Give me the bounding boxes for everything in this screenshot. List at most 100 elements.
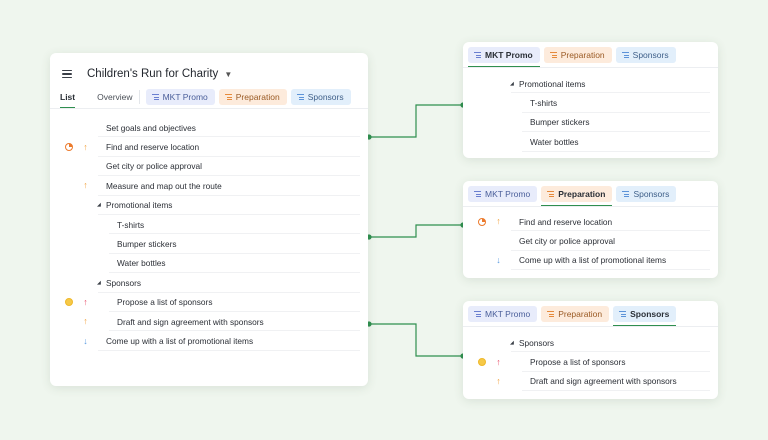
sponsors-card: MKT Promo Preparation Sponsors ◢ Sponsors… [463,301,718,399]
project-header: Children's Run for Charity ▼ [62,63,232,85]
collapse-toggle-icon[interactable]: ◢ [510,81,514,87]
task-row[interactable]: ↑ Propose a list of sponsors [50,293,368,312]
list-icon [547,191,555,197]
tab-label: Sponsors [630,309,670,319]
tab-preparation[interactable]: Preparation [541,186,613,206]
tab-sponsors[interactable]: Sponsors [613,306,677,326]
task-label: Get city or police approval [106,161,202,172]
list-icon [151,94,159,100]
arrow-down-blue-icon[interactable]: ↓ [494,255,503,265]
task-row[interactable]: Bumper stickers [463,113,718,133]
task-row[interactable]: Get city or police approval [463,231,718,251]
task-row[interactable]: ↑ Draft and sign agreement with sponsors [50,312,368,332]
task-label: Draft and sign agreement with sponsors [530,376,677,387]
task-label: Water bottles [117,258,166,269]
task-label: Measure and map out the route [106,180,222,191]
project-title[interactable]: Children's Run for Charity [87,68,218,80]
task-label: Promotional items [519,78,586,89]
task-row[interactable]: ↑ Find and reserve location [50,137,368,157]
task-row[interactable]: ◢ Sponsors [50,273,368,293]
task-row[interactable]: Water bottles [463,132,718,152]
task-label: Draft and sign agreement with sponsors [117,316,264,327]
header-divider [463,206,718,207]
clock-yellow-icon[interactable] [64,298,73,307]
arrow-up-red-icon[interactable]: ↑ [494,357,503,367]
project-list-panel: Children's Run for Charity ▼ List Overvi… [50,53,368,386]
tab-label: Sponsors [633,189,670,199]
arrow-up-orange-icon[interactable]: ↑ [81,181,90,190]
task-row[interactable]: Water bottles [50,254,368,274]
tab-sponsors[interactable]: Sponsors [615,47,676,63]
tab-preparation[interactable]: Preparation [543,47,612,63]
task-label: Come up with a list of promotional items [519,255,667,266]
header-divider [50,108,368,109]
clock-yellow-icon[interactable] [477,358,486,367]
task-row[interactable]: Set goals and objectives [50,118,368,138]
tab-sponsors[interactable]: Sponsors [616,186,677,202]
tab-list[interactable]: List [60,88,76,108]
tab-label: Preparation [558,309,603,319]
tab-label: MKT Promo [485,189,531,199]
row-divider [511,269,710,271]
task-row[interactable]: ◢ Promotional items [463,74,718,94]
connector-mkt [369,104,463,138]
collapse-toggle-icon[interactable]: ◢ [97,202,101,208]
clock-orange-icon[interactable] [477,217,486,226]
arrow-down-blue-icon[interactable]: ↓ [81,336,90,346]
chevron-down-icon[interactable]: ▼ [224,70,232,79]
tab-preparation[interactable]: Preparation [218,89,287,105]
arrow-up-orange-icon[interactable]: ↑ [81,317,90,326]
tab-overview[interactable]: Overview [97,88,132,106]
card-tabs: MKT Promo Preparation Sponsors [468,186,680,206]
tab-mkt-promo[interactable]: MKT Promo [468,47,540,67]
task-label: Sponsors [519,337,555,348]
tab-mkt-promo[interactable]: MKT Promo [468,186,538,202]
tab-sponsors[interactable]: Sponsors [290,89,351,105]
task-label: Propose a list of sponsors [530,357,626,368]
list-icon [549,52,557,58]
arrow-up-orange-icon[interactable]: ↑ [494,376,503,386]
list-icon [474,311,481,317]
task-label: Propose a list of sponsors [117,297,213,308]
row-divider [522,390,710,392]
header-divider [463,326,718,327]
tab-label: Preparation [560,50,605,60]
task-row[interactable]: ↑ Draft and sign agreement with sponsors [463,372,718,392]
task-label: Set goals and objectives [106,122,196,133]
connector-spons [369,323,463,357]
list-icon [619,311,627,317]
tab-preparation[interactable]: Preparation [541,306,610,322]
list-icon [224,94,232,100]
list-icon [474,52,481,58]
task-row[interactable]: T-shirts [463,93,718,113]
tab-mkt-promo[interactable]: MKT Promo [145,89,215,105]
tab-label: Preparation [235,92,280,102]
task-row[interactable]: ↑ Find and reserve location [463,212,718,232]
collapse-toggle-icon[interactable]: ◢ [510,340,514,346]
list-icon [622,191,630,197]
arrow-up-orange-icon[interactable]: ↑ [494,217,503,226]
arrow-up-orange-icon[interactable]: ↑ [81,142,90,152]
card-tabs: MKT Promo Preparation Sponsors [468,47,680,67]
task-label: Bumper stickers [117,239,177,250]
task-row[interactable]: ↑ Propose a list of sponsors [463,352,718,372]
header-divider [463,67,718,68]
arrow-up-red-icon[interactable]: ↑ [81,297,90,307]
tab-divider [138,90,140,104]
collapse-toggle-icon[interactable]: ◢ [97,280,101,286]
task-row[interactable]: ◢ Sponsors [463,333,718,353]
task-row[interactable]: ↓ Come up with a list of promotional item… [463,251,718,271]
list-icon [296,94,304,100]
task-label: Bumper stickers [530,117,590,128]
tab-label: MKT Promo [162,92,208,102]
task-row[interactable]: Bumper stickers [50,234,368,254]
task-row[interactable]: T-shirts [50,215,368,235]
task-row[interactable]: ↓ Come up with a list of promotional item… [50,331,368,351]
task-row[interactable]: ↑ Measure and map out the route [50,176,368,196]
tab-mkt-promo[interactable]: MKT Promo [468,306,538,322]
task-label: T-shirts [117,219,145,230]
menu-icon[interactable] [62,70,72,78]
task-row[interactable]: Get city or police approval [50,157,368,177]
task-row[interactable]: ◢ Promotional items [50,196,368,215]
clock-orange-icon[interactable] [64,143,73,152]
